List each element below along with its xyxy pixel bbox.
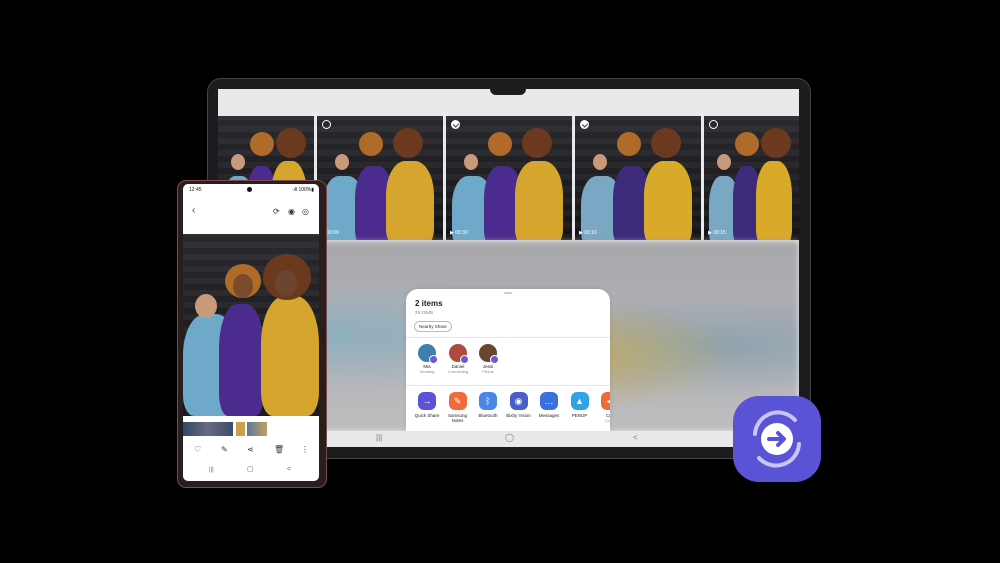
divider (406, 385, 610, 386)
status-time: 12:45 (189, 187, 202, 193)
status-icons: ·ıll 100%▮ (291, 187, 314, 193)
delete-icon[interactable]: 🗑 (274, 446, 284, 454)
viewer-toolbar: ‹ ⟳ ◉ ◎ (183, 198, 319, 220)
quick-share-arrow-icon (753, 410, 801, 468)
contact-status: Sending (419, 369, 435, 374)
app-icon: ᛒ (479, 392, 497, 410)
app-name: Bixby Vision (506, 413, 531, 418)
contact-status: Connecting (447, 369, 469, 374)
tablet-notch (490, 89, 526, 95)
select-checkbox[interactable] (709, 120, 718, 129)
back-button[interactable]: < (633, 433, 638, 442)
chevron-left-icon[interactable]: ‹ (192, 206, 195, 216)
app-icon: ◀ (601, 392, 610, 410)
avatar (418, 344, 438, 364)
more-icon[interactable]: ⋮ (301, 446, 309, 454)
share-app-bixby-vision[interactable]: ◉ Bixby Vision (504, 392, 534, 418)
app-icon: ✎ (448, 392, 467, 410)
select-checkbox[interactable] (322, 120, 331, 129)
app-name: Samsung Notes (447, 413, 467, 423)
select-checkbox[interactable] (580, 120, 589, 129)
avatar (449, 344, 469, 364)
video-duration: ▶ 00:30 (450, 230, 468, 236)
select-checkbox[interactable] (451, 120, 460, 129)
gallery-thumbnail[interactable]: ▶ 00:09 (317, 116, 443, 240)
remaster-icon[interactable]: ⟳ (273, 208, 280, 216)
filmstrip[interactable] (183, 421, 319, 437)
quick-share-badge-icon (490, 355, 499, 364)
share-title: 2 items (415, 299, 443, 308)
heart-icon[interactable]: ♡ (194, 446, 201, 454)
home-button[interactable]: ▢ (247, 466, 254, 474)
app-icon: ▲ (570, 392, 589, 410)
quick-share-badge-icon (429, 355, 438, 364)
nearby-share-chip[interactable]: Nearby Share (414, 321, 452, 332)
app-name: Quick Share (414, 413, 440, 418)
app-name: PENUP (571, 413, 588, 418)
contact-status: Phone (482, 369, 494, 374)
phone-screen: 12:45 ·ıll 100%▮ ‹ ⟳ ◉ ◎ ♡ ✎ ⋖ 🗑 ⋮ ||| ▢… (183, 184, 319, 481)
video-duration: ▶ 00:15 (708, 230, 726, 236)
share-sheet: 2 items 29.22MB Nearby Share Mia Sending… (406, 289, 610, 434)
share-icon[interactable]: ⋖ (247, 446, 254, 454)
camera-hole (247, 187, 252, 192)
divider (406, 337, 610, 338)
gallery-thumbnail[interactable]: ▶ 00:10 (575, 116, 701, 240)
phone-nav-bar: ||| ▢ < (183, 464, 319, 476)
share-app-messages[interactable]: … Messages (534, 392, 564, 418)
app-name: Messages (538, 413, 560, 418)
share-size: 29.22MB (415, 310, 434, 315)
home-button[interactable]: ◯ (505, 433, 514, 442)
avatar (479, 344, 499, 364)
app-icon: → (418, 392, 436, 410)
share-app-samsung-notes[interactable]: ✎ Samsung Notes (443, 392, 473, 423)
gallery-thumbnail[interactable]: ▶ 00:30 (446, 116, 572, 240)
share-app-quick-share[interactable]: → Quick Share (412, 392, 442, 418)
recents-button[interactable]: ||| (209, 466, 214, 474)
nearby-icon[interactable]: ◎ (302, 208, 309, 216)
gallery-thumbnail[interactable]: ▶ 00:15 (704, 116, 799, 240)
share-app-bluetooth[interactable]: ᛒ Bluetooth (473, 392, 503, 418)
recents-button[interactable]: ||| (376, 433, 382, 442)
sheet-handle[interactable] (504, 292, 512, 294)
edit-icon[interactable]: ✎ (221, 446, 228, 454)
app-subtitle: Conn (605, 418, 610, 423)
main-photo[interactable] (183, 234, 319, 416)
app-name: Bluetooth (478, 413, 498, 418)
eye-icon[interactable]: ◉ (288, 208, 295, 216)
app-icon: ◉ (509, 392, 528, 410)
quick-share-badge-icon (460, 355, 469, 364)
back-button[interactable]: < (287, 466, 291, 474)
app-icon: … (540, 392, 558, 410)
contact-jessi[interactable]: Jessi Phone (473, 344, 503, 374)
status-bar: 12:45 ·ıll 100%▮ (183, 184, 319, 196)
viewer-actions: ♡ ✎ ⋖ 🗑 ⋮ (183, 443, 319, 457)
contact-daniel[interactable]: Daniel Connecting (443, 344, 473, 374)
quick-share-logo (733, 396, 821, 482)
contact-mia[interactable]: Mia Sending (412, 344, 442, 374)
share-app-penup[interactable]: ▲ PENUP (565, 392, 595, 418)
share-app-con[interactable]: ◀ConConn (595, 392, 610, 423)
video-duration: ▶ 00:10 (579, 230, 597, 236)
